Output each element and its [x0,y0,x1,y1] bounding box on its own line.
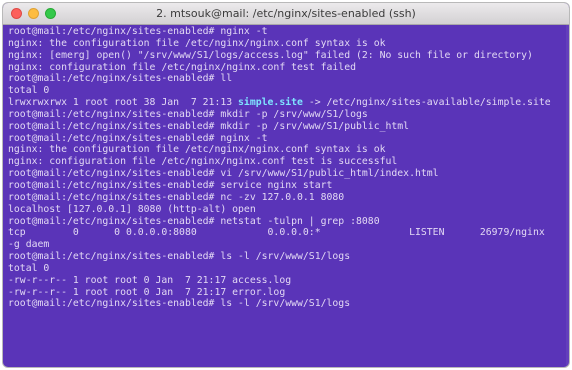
line-text: -> /etc/nginx/sites-available/simple.sit… [302,97,551,109]
terminal-line: root@mail:/etc/nginx/sites-enabled# nc -… [8,191,345,203]
terminal-line: localhost [127.0.0.1] 8080 (http-alt) op… [8,203,256,215]
terminal-line: nginx: the configuration file /etc/nginx… [8,37,386,49]
terminal-line: root@mail:/etc/nginx/sites-enabled# ngin… [8,26,268,37]
terminal-line: root@mail:/etc/nginx/sites-enabled# vi /… [8,168,439,180]
terminal-line: -rw-r--r-- 1 root root 0 Jan 7 21:17 err… [8,286,286,298]
terminal-line: lrwxrwxrwx 1 root root 38 Jan 7 21:13 si… [8,97,563,109]
terminal-line: root@mail:/etc/nginx/sites-enabled# nets… [8,215,380,227]
title-bar[interactable]: 2. mtsouk@mail: /etc/nginx/sites-enabled… [3,3,569,25]
terminal-line: nginx: configuration file /etc/nginx/ngi… [8,61,356,73]
terminal-line: tcp 0 0 0.0.0.0:8080 0.0.0.0:* LISTEN 26… [8,227,545,239]
terminal-line: nginx: [emerg] open() "/srv/www/S1/logs/… [8,49,533,61]
terminal-line: root@mail:/etc/nginx/sites-enabled# ll [8,73,233,85]
terminal-line: -rw-r--r-- 1 root root 0 Jan 7 21:17 acc… [8,274,292,286]
window-title: 2. mtsouk@mail: /etc/nginx/sites-enabled… [156,7,416,20]
terminal-line: root@mail:/etc/nginx/sites-enabled# serv… [8,179,333,191]
terminal-line: total 0 [8,85,50,97]
terminal-line: total 0 [8,262,50,274]
terminal-line: nginx: the configuration file /etc/nginx… [8,144,386,156]
terminal-line: root@mail:/etc/nginx/sites-enabled# mkdi… [8,108,368,120]
terminal-line: root@mail:/etc/nginx/sites-enabled# ngin… [8,132,268,144]
symlink-name: simple.site [238,97,303,109]
terminal-line: nginx: configuration file /etc/nginx/ngi… [8,156,398,168]
terminal-output[interactable]: root@mail:/etc/nginx/sites-enabled# ngin… [3,25,569,367]
terminal-line: -g daem [8,239,50,251]
line-text: lrwxrwxrwx 1 root root 38 Jan 7 21:13 [8,97,239,109]
terminal-line: root@mail:/etc/nginx/sites-enabled# ls -… [8,251,351,263]
terminal-window: 2. mtsouk@mail: /etc/nginx/sites-enabled… [3,3,569,367]
scrollbar-track[interactable] [566,25,569,367]
terminal-line: root@mail:/etc/nginx/sites-enabled# mkdi… [8,120,410,132]
terminal-line: root@mail:/etc/nginx/sites-enabled# ls -… [8,298,351,310]
